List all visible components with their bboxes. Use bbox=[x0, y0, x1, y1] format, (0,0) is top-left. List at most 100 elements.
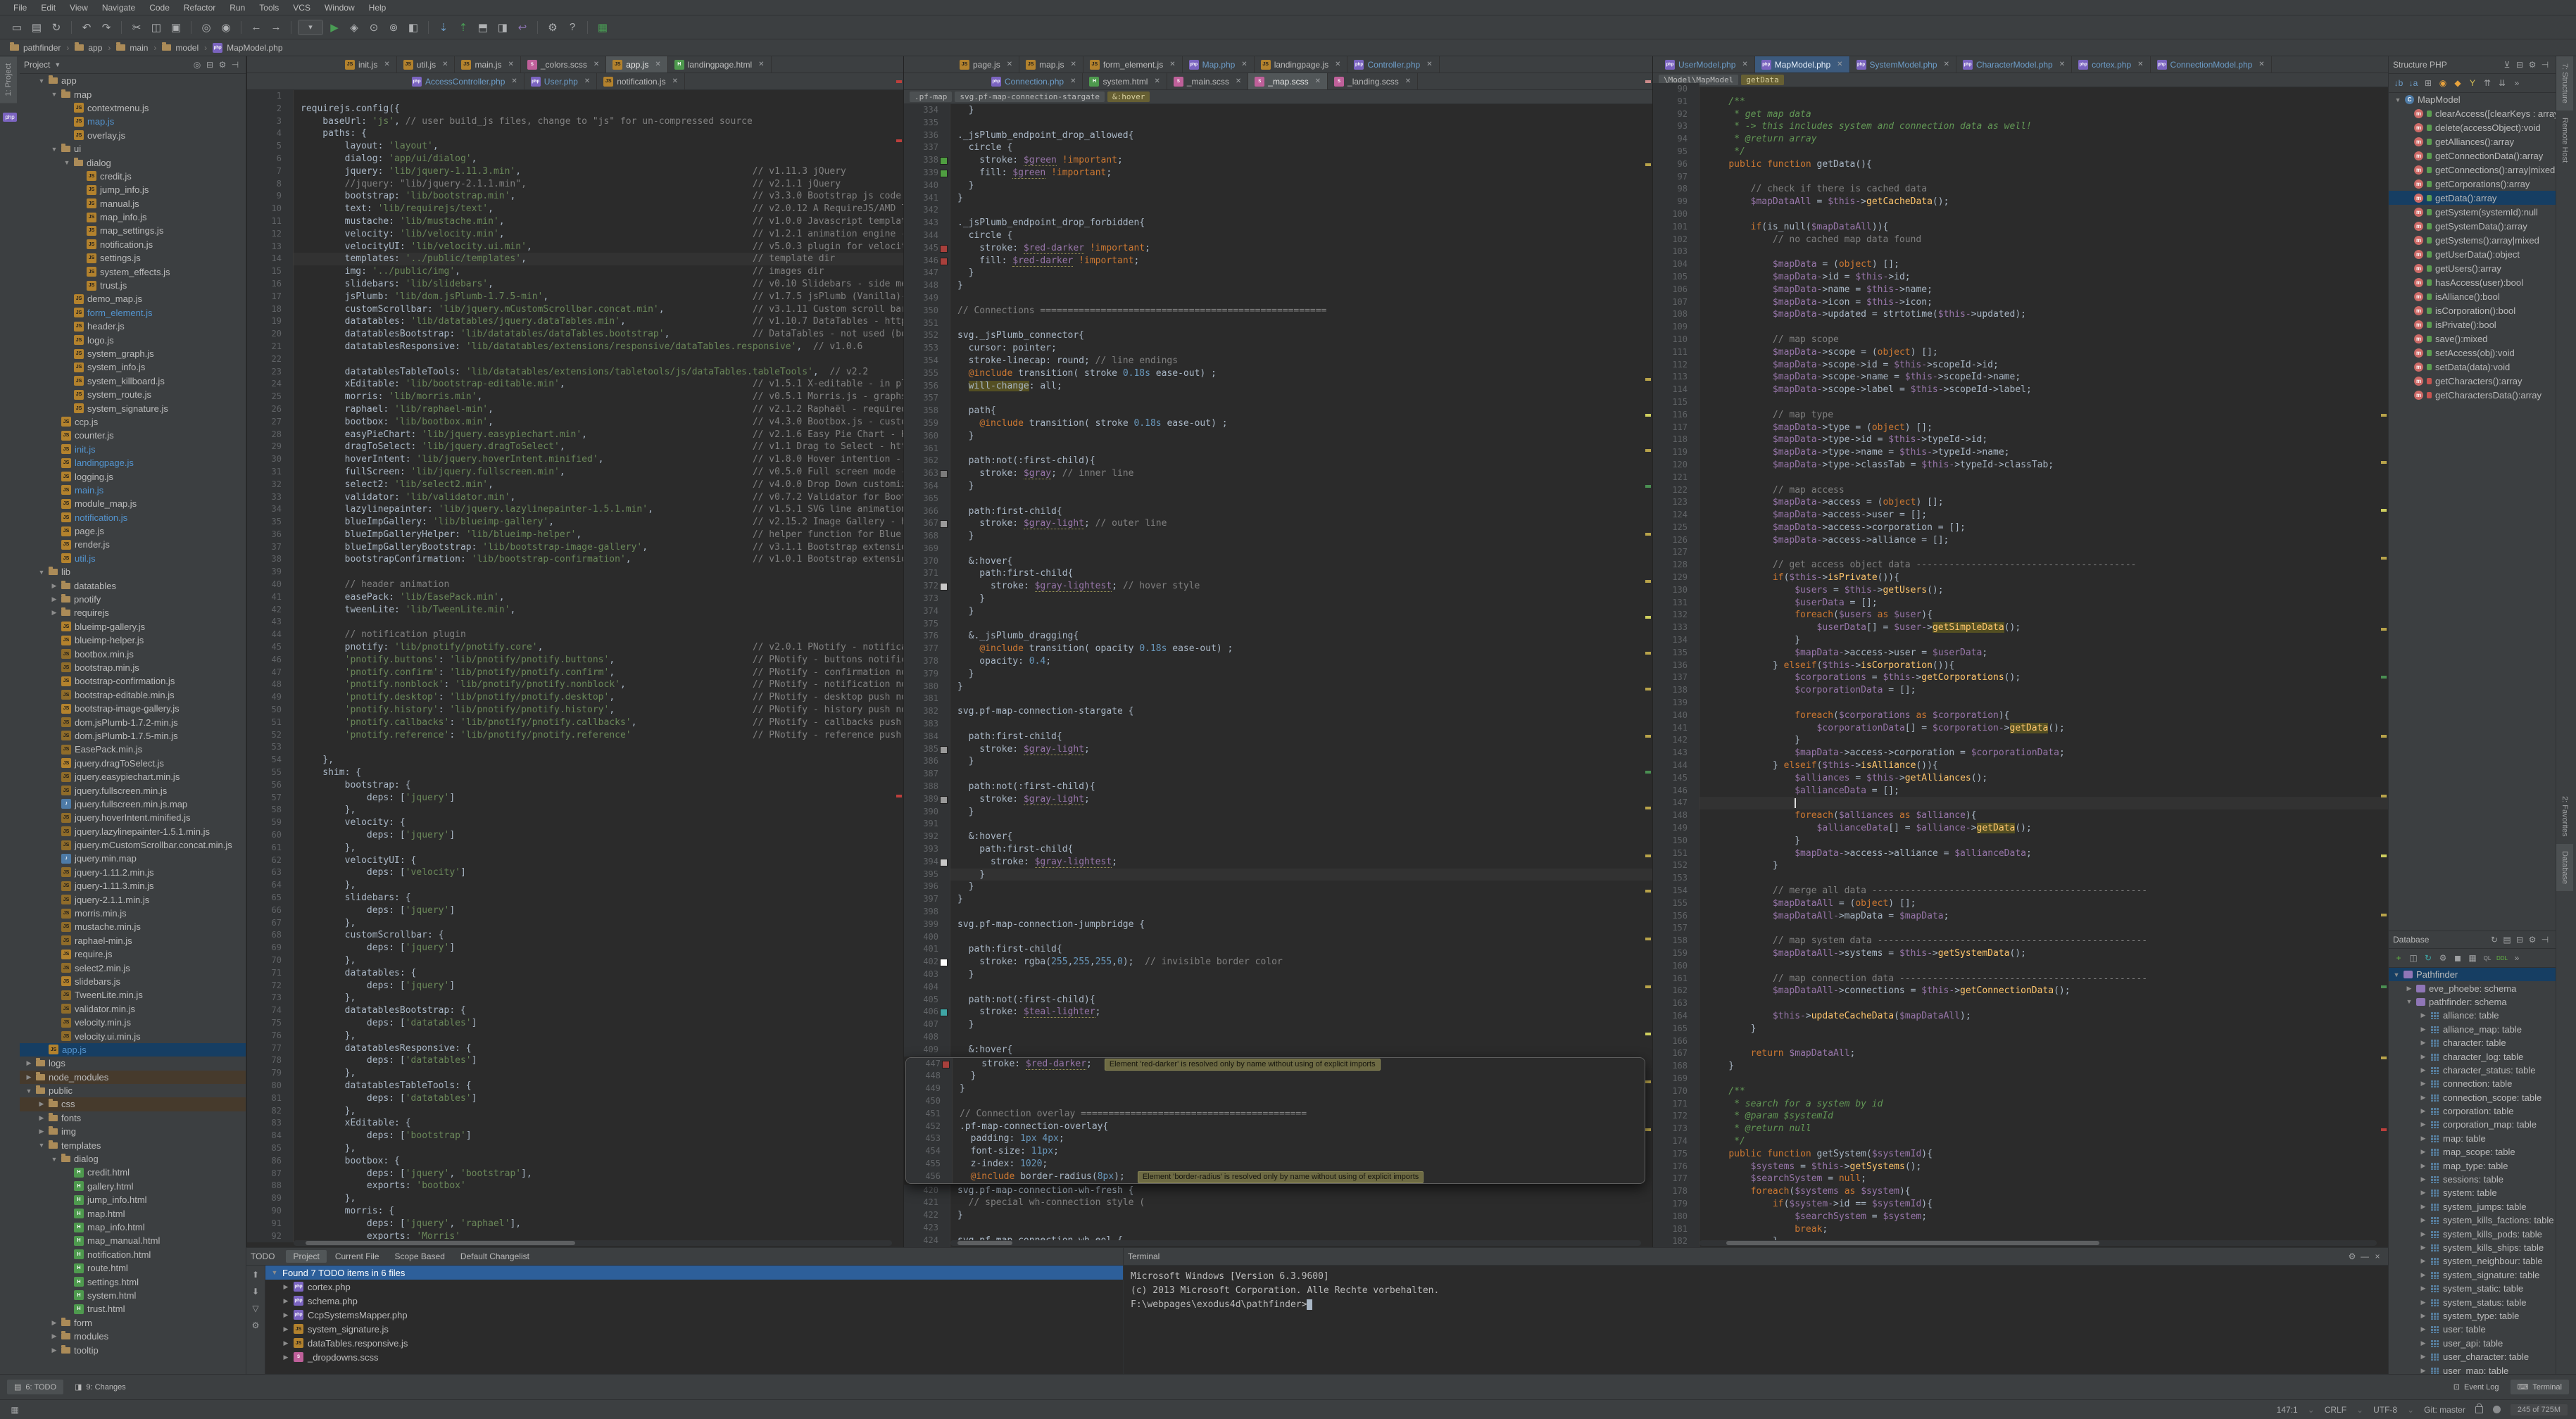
code-line[interactable]: 95 */ bbox=[1653, 146, 2388, 158]
group-by-icon[interactable]: ⊞ bbox=[2422, 77, 2434, 89]
project-tree-item-module_map-js[interactable]: JSmodule_map.js bbox=[20, 497, 246, 510]
hide-icon[interactable]: ⊣ bbox=[2539, 933, 2551, 946]
strip-tab-2-Favorites[interactable]: 2: Favorites bbox=[2556, 789, 2573, 843]
code-line[interactable]: 92 * get map data bbox=[1653, 108, 2388, 121]
code-line[interactable]: 403 } bbox=[904, 969, 1652, 981]
structure-method-setData-data-void[interactable]: msetData(data):void bbox=[2389, 360, 2556, 374]
code-line[interactable]: 178 foreach($systems as $system){ bbox=[1653, 1185, 2388, 1198]
code-line[interactable]: 9 bootstrap: 'lib/bootstrap.min', // v3.… bbox=[247, 190, 903, 203]
code-line[interactable]: 55 shim: { bbox=[247, 767, 903, 779]
code-line[interactable]: 72 deps: ['jquery'] bbox=[247, 980, 903, 992]
split-icon[interactable]: ⊟ bbox=[2513, 58, 2526, 71]
project-tree-item-bootstrap-min-js[interactable]: JSbootstrap.min.js bbox=[20, 661, 246, 674]
status-item-147-1[interactable]: 147:1 bbox=[2277, 1405, 2298, 1415]
tab-close-icon[interactable]: ✕ bbox=[1944, 61, 1949, 68]
tab-close-icon[interactable]: ✕ bbox=[442, 61, 448, 68]
code-line[interactable]: 32 select2: 'lib/select2.min', // v4.0.0… bbox=[247, 479, 903, 491]
strip-tab-Remote-Host[interactable]: Remote Host bbox=[2556, 111, 2573, 170]
project-tree-item-mustache-min-js[interactable]: JSmustache.min.js bbox=[20, 920, 246, 933]
locate-icon[interactable]: ◎ bbox=[191, 58, 203, 71]
chevron-right-icon[interactable]: ▶ bbox=[2420, 1039, 2427, 1047]
tab-map-js[interactable]: JSmap.js✕ bbox=[1019, 56, 1083, 72]
project-tree-item-counter-js[interactable]: JScounter.js bbox=[20, 429, 246, 442]
tab-close-icon[interactable]: ✕ bbox=[1236, 77, 1241, 85]
chevron-right-icon[interactable]: ▶ bbox=[2420, 1175, 2427, 1183]
console-wrench-icon[interactable]: ⚙ bbox=[2437, 952, 2449, 964]
code-line[interactable]: 74 datatablesBootstrap: { bbox=[247, 1004, 903, 1017]
tab-close-icon[interactable]: ✕ bbox=[1426, 61, 1432, 68]
code-line[interactable]: 51 'pnotify.callbacks': 'lib/pnotify/pno… bbox=[247, 717, 903, 729]
project-tree-item-trust-js[interactable]: JStrust.js bbox=[20, 279, 246, 292]
code-line[interactable]: 339 fill: $green !important; bbox=[904, 167, 1652, 179]
code-line[interactable]: 69 deps: ['jquery'] bbox=[247, 942, 903, 954]
project-tree-item-overlay-js[interactable]: JSoverlay.js bbox=[20, 129, 246, 142]
rollback-icon[interactable]: ↩ bbox=[514, 19, 531, 36]
project-tree-item-jquery-hoverIntent-minified-js[interactable]: JSjquery.hoverIntent.minified.js bbox=[20, 811, 246, 824]
cut-icon[interactable]: ✂ bbox=[128, 19, 145, 36]
project-tree-item-blueimp-gallery-js[interactable]: JSblueimp-gallery.js bbox=[20, 620, 246, 633]
synchronize-icon[interactable]: ↻ bbox=[48, 19, 65, 36]
scrollbar-thumb[interactable] bbox=[306, 1241, 575, 1245]
code-line[interactable]: 161 // map connection data -------------… bbox=[1653, 973, 2388, 985]
table-view-icon[interactable]: ▦ bbox=[2466, 952, 2479, 964]
error-stripe[interactable] bbox=[895, 56, 903, 1247]
project-tree-item-velocity-ui-min-js[interactable]: JSvelocity.ui.min.js bbox=[20, 1029, 246, 1042]
split-icon[interactable]: ⊟ bbox=[2513, 933, 2526, 946]
menu-edit[interactable]: Edit bbox=[34, 1, 62, 14]
lens-code-line[interactable]: 454 font-size: 11px; bbox=[906, 1145, 1645, 1158]
chevron-right-icon[interactable]: ▶ bbox=[2420, 1353, 2427, 1361]
show-constants-icon[interactable]: ◆ bbox=[2451, 77, 2464, 89]
code-line[interactable]: 365 bbox=[904, 493, 1652, 505]
stop-icon[interactable]: ◼ bbox=[2451, 952, 2464, 964]
database-table-user_api[interactable]: ▶user_api: table bbox=[2389, 1337, 2556, 1350]
project-tree-item-ui[interactable]: ▼ui bbox=[20, 142, 246, 156]
chevron-right-icon[interactable]: ▶ bbox=[38, 1114, 45, 1122]
chevron-right-icon[interactable]: ▶ bbox=[282, 1311, 289, 1319]
code-line[interactable]: 360 } bbox=[904, 430, 1652, 443]
code-line[interactable]: 371 path:first-child{ bbox=[904, 567, 1652, 580]
code-line[interactable]: 366 path:first-child{ bbox=[904, 505, 1652, 518]
todo-summary-row[interactable]: ▼Found 7 TODO items in 6 files bbox=[265, 1266, 1123, 1280]
structure-method-isPrivate-bool[interactable]: misPrivate():bool bbox=[2389, 317, 2556, 332]
database-table-character_status[interactable]: ▶character_status: table bbox=[2389, 1064, 2556, 1077]
code-line[interactable]: 173 * @return null bbox=[1653, 1123, 2388, 1135]
code-line[interactable]: 24 xEditable: 'lib/bootstrap-editable.mi… bbox=[247, 378, 903, 391]
code-line[interactable]: 394 stroke: $gray-lightest; bbox=[904, 856, 1652, 869]
status-item-CRLF[interactable]: CRLF bbox=[2325, 1405, 2346, 1415]
project-tree-item-node_modules[interactable]: ▶node_modules bbox=[20, 1071, 246, 1084]
code-line[interactable]: 44 // notification plugin bbox=[247, 629, 903, 641]
code-line[interactable]: 70 }, bbox=[247, 954, 903, 967]
code-line[interactable]: 47 'pnotify.confirm': 'lib/pnotify/pnoti… bbox=[247, 667, 903, 679]
chevron-right-icon[interactable]: ▶ bbox=[38, 1100, 45, 1108]
code-line[interactable]: 125 $mapData->access->corporation = []; bbox=[1653, 522, 2388, 534]
menu-file[interactable]: File bbox=[7, 1, 33, 14]
tab-landingpage-html[interactable]: Hlandingpage.html✕ bbox=[668, 56, 772, 72]
sql-icon[interactable]: QL bbox=[2481, 952, 2494, 964]
tab-close-icon[interactable]: ✕ bbox=[1241, 61, 1247, 68]
chevron-right-icon[interactable]: ▶ bbox=[2420, 1011, 2427, 1019]
structure-method-getSystems-array-mixed[interactable]: mgetSystems():array|mixed bbox=[2389, 233, 2556, 247]
code-line[interactable]: 133 $userData[] = $user->getSimpleData()… bbox=[1653, 622, 2388, 634]
database-table-corporation_map[interactable]: ▶corporation_map: table bbox=[2389, 1118, 2556, 1131]
code-line[interactable]: 136 } elseif($this->isCorporation()){ bbox=[1653, 660, 2388, 672]
close-icon[interactable]: × bbox=[2371, 1250, 2384, 1263]
project-tree-item-jquery-2-1-1-min-js[interactable]: JSjquery-2.1.1.min.js bbox=[20, 893, 246, 906]
tab-close-icon[interactable]: ✕ bbox=[1837, 61, 1842, 68]
show-variables-icon[interactable]: Y bbox=[2466, 77, 2479, 89]
code-line[interactable]: 350// Connections ======================… bbox=[904, 305, 1652, 317]
help-icon[interactable]: ? bbox=[564, 19, 581, 36]
database-table-system_static[interactable]: ▶system_static: table bbox=[2389, 1282, 2556, 1295]
code-line[interactable]: 86 bootbox: { bbox=[247, 1155, 903, 1168]
tab-_main-scss[interactable]: S_main.scss✕ bbox=[1167, 73, 1248, 89]
code-line[interactable]: 153 bbox=[1653, 872, 2388, 885]
strip-tab-1-Project[interactable]: 1: Project bbox=[0, 56, 17, 103]
project-tree-item-slidebars-js[interactable]: JSslidebars.js bbox=[20, 975, 246, 988]
tab-close-icon[interactable]: ✕ bbox=[2059, 61, 2065, 68]
code-line[interactable]: 17 jsPlumb: 'lib/dom.jsPlumb-1.7.5-min',… bbox=[247, 291, 903, 303]
code-line[interactable]: 336._jsPlumb_endpoint_drop_allowed{ bbox=[904, 130, 1652, 142]
code-line[interactable]: 107 $mapData->icon = $this->icon; bbox=[1653, 296, 2388, 309]
settings-icon[interactable]: ⚙ bbox=[2346, 1250, 2358, 1263]
lens-code-line[interactable]: 451// Connection overlay ===============… bbox=[906, 1108, 1645, 1121]
code-line[interactable]: 135 $mapData->access->user = $userData; bbox=[1653, 647, 2388, 660]
code-line[interactable]: 119 $mapData->type->name = $this->typeId… bbox=[1653, 446, 2388, 459]
